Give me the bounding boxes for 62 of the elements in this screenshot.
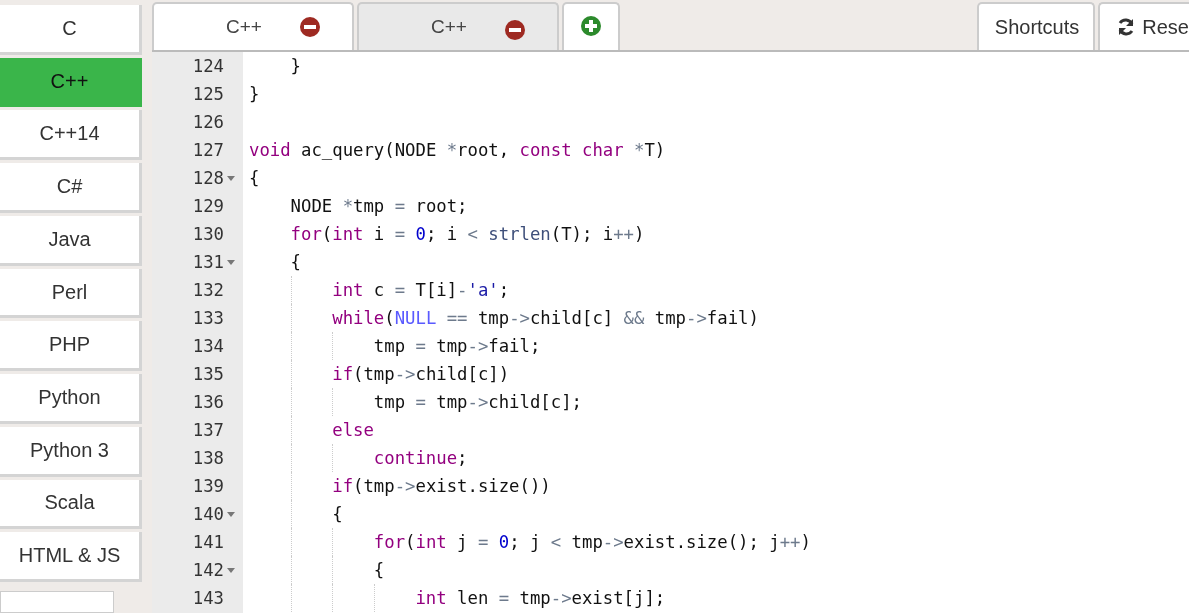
code-line: if(tmp->exist.size()) bbox=[331, 476, 551, 496]
code-line: tmp = tmp->fail; bbox=[372, 336, 541, 356]
code-line: for(int i = 0; i < strlen(T); i++) bbox=[289, 224, 645, 244]
line-number: 132 bbox=[191, 280, 224, 300]
language-button[interactable]: C++14 bbox=[0, 110, 142, 161]
line-number: 135 bbox=[191, 364, 224, 384]
file-tab[interactable]: C++ bbox=[357, 2, 559, 50]
language-button[interactable]: HTML & JS bbox=[0, 532, 142, 583]
fold-arrow-icon[interactable] bbox=[227, 567, 235, 573]
shortcuts-button[interactable]: Shortcuts bbox=[976, 2, 1096, 50]
add-tab-button[interactable] bbox=[562, 2, 620, 50]
line-number: 137 bbox=[191, 420, 224, 440]
code-line: { bbox=[372, 560, 385, 580]
line-number: 139 bbox=[191, 476, 224, 496]
remove-icon[interactable] bbox=[299, 17, 320, 37]
line-number: 136 bbox=[191, 392, 224, 412]
line-number: 131 bbox=[191, 252, 224, 272]
language-button[interactable]: C# bbox=[0, 163, 142, 213]
code-line: else bbox=[331, 420, 374, 440]
line-number: 126 bbox=[191, 112, 224, 132]
line-number: 124 bbox=[191, 56, 224, 76]
fold-arrow-icon[interactable] bbox=[227, 259, 235, 265]
code-line: { bbox=[249, 168, 260, 188]
code-line: { bbox=[331, 504, 343, 524]
code-line: void ac_query(NODE *root, const char *T) bbox=[249, 140, 666, 160]
code-line: { bbox=[289, 252, 302, 272]
code-line: int len = tmp->exist[j]; bbox=[414, 588, 666, 608]
add-icon bbox=[581, 16, 601, 36]
line-number: 138 bbox=[191, 448, 224, 468]
code-line: while(NULL == tmp->child[c] && tmp->fail) bbox=[331, 308, 759, 328]
remove-icon[interactable] bbox=[504, 20, 525, 40]
language-button[interactable]: C++ bbox=[0, 57, 142, 108]
line-number: 127 bbox=[191, 140, 224, 160]
code-line: } bbox=[289, 56, 302, 76]
line-number: 140 bbox=[191, 504, 224, 524]
fold-arrow-icon[interactable] bbox=[227, 511, 235, 517]
code-line: continue; bbox=[372, 448, 468, 468]
line-number: 143 bbox=[191, 588, 224, 608]
line-number: 129 bbox=[191, 196, 224, 216]
language-button[interactable]: Python 3 bbox=[0, 426, 142, 477]
language-button[interactable]: Scala bbox=[0, 479, 142, 530]
code-line: int c = T[i]-'a'; bbox=[331, 280, 510, 300]
code-line: tmp = tmp->child[c]; bbox=[372, 392, 582, 412]
code-line: } bbox=[249, 84, 260, 104]
code-line: for(int j = 0; j < tmp->exist.size(); j++) bbox=[372, 532, 811, 552]
fold-arrow-icon[interactable] bbox=[227, 175, 235, 181]
line-number: 125 bbox=[191, 84, 224, 104]
line-number: 128 bbox=[191, 168, 224, 188]
language-button[interactable]: Python bbox=[0, 374, 142, 424]
code-line: NODE *tmp = root; bbox=[289, 196, 468, 216]
language-button[interactable]: Perl bbox=[0, 268, 142, 319]
line-number: 130 bbox=[191, 224, 224, 244]
code-line: if(tmp->child[c]) bbox=[331, 364, 510, 384]
language-button[interactable]: Java bbox=[0, 215, 142, 266]
language-button[interactable]: C bbox=[0, 5, 142, 55]
line-number: 134 bbox=[191, 336, 224, 356]
language-button[interactable]: PHP bbox=[0, 321, 142, 372]
line-number: 142 bbox=[191, 560, 224, 580]
reset-button[interactable]: Rese bbox=[1098, 2, 1189, 50]
file-tab[interactable]: C++ bbox=[152, 2, 354, 50]
line-number: 133 bbox=[191, 308, 224, 328]
line-number: 141 bbox=[191, 532, 224, 552]
